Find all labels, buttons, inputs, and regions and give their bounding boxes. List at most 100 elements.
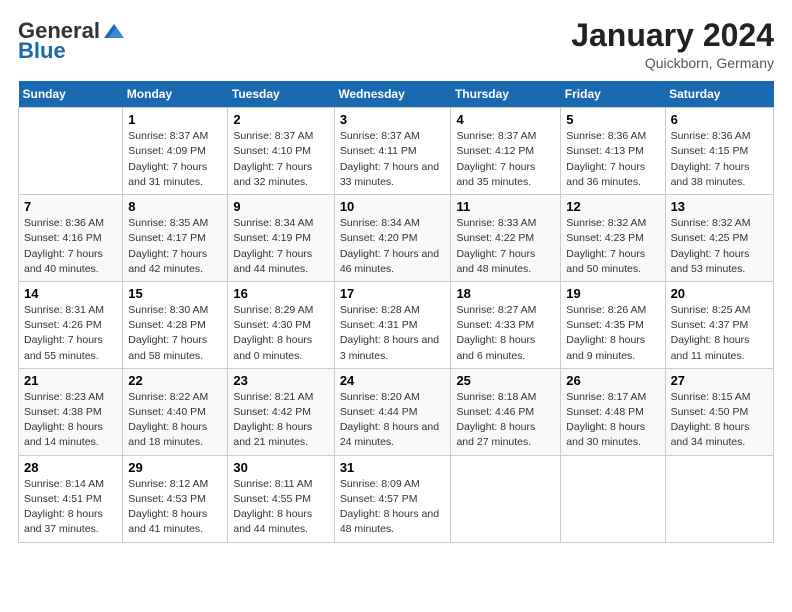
day-number: 29 <box>128 460 222 475</box>
day-info: Sunrise: 8:37 AMSunset: 4:11 PMDaylight:… <box>340 129 446 190</box>
calendar-cell: 17 Sunrise: 8:28 AMSunset: 4:31 PMDaylig… <box>334 281 451 368</box>
calendar-cell: 14 Sunrise: 8:31 AMSunset: 4:26 PMDaylig… <box>19 281 123 368</box>
day-number: 30 <box>233 460 328 475</box>
col-sunday: Sunday <box>19 81 123 108</box>
calendar-cell: 27 Sunrise: 8:15 AMSunset: 4:50 PMDaylig… <box>665 368 773 455</box>
day-number: 23 <box>233 373 328 388</box>
day-info: Sunrise: 8:34 AMSunset: 4:19 PMDaylight:… <box>233 216 328 277</box>
calendar-cell: 20 Sunrise: 8:25 AMSunset: 4:37 PMDaylig… <box>665 281 773 368</box>
calendar-cell: 16 Sunrise: 8:29 AMSunset: 4:30 PMDaylig… <box>228 281 334 368</box>
day-info: Sunrise: 8:25 AMSunset: 4:37 PMDaylight:… <box>671 303 768 364</box>
calendar-week-row: 28 Sunrise: 8:14 AMSunset: 4:51 PMDaylig… <box>19 455 774 542</box>
day-number: 22 <box>128 373 222 388</box>
calendar-cell <box>19 108 123 195</box>
day-info: Sunrise: 8:14 AMSunset: 4:51 PMDaylight:… <box>24 477 117 538</box>
day-number: 24 <box>340 373 446 388</box>
day-info: Sunrise: 8:09 AMSunset: 4:57 PMDaylight:… <box>340 477 446 538</box>
day-info: Sunrise: 8:28 AMSunset: 4:31 PMDaylight:… <box>340 303 446 364</box>
calendar-cell: 11 Sunrise: 8:33 AMSunset: 4:22 PMDaylig… <box>451 195 561 282</box>
day-info: Sunrise: 8:37 AMSunset: 4:09 PMDaylight:… <box>128 129 222 190</box>
day-info: Sunrise: 8:32 AMSunset: 4:25 PMDaylight:… <box>671 216 768 277</box>
calendar-cell: 26 Sunrise: 8:17 AMSunset: 4:48 PMDaylig… <box>561 368 665 455</box>
day-info: Sunrise: 8:20 AMSunset: 4:44 PMDaylight:… <box>340 390 446 451</box>
day-info: Sunrise: 8:35 AMSunset: 4:17 PMDaylight:… <box>128 216 222 277</box>
calendar-week-row: 7 Sunrise: 8:36 AMSunset: 4:16 PMDayligh… <box>19 195 774 282</box>
day-number: 1 <box>128 112 222 127</box>
day-number: 11 <box>456 199 555 214</box>
day-info: Sunrise: 8:18 AMSunset: 4:46 PMDaylight:… <box>456 390 555 451</box>
col-saturday: Saturday <box>665 81 773 108</box>
day-number: 4 <box>456 112 555 127</box>
title-block: January 2024 Quickborn, Germany <box>571 18 774 71</box>
day-info: Sunrise: 8:17 AMSunset: 4:48 PMDaylight:… <box>566 390 659 451</box>
day-info: Sunrise: 8:36 AMSunset: 4:13 PMDaylight:… <box>566 129 659 190</box>
day-number: 3 <box>340 112 446 127</box>
day-number: 10 <box>340 199 446 214</box>
day-info: Sunrise: 8:12 AMSunset: 4:53 PMDaylight:… <box>128 477 222 538</box>
day-info: Sunrise: 8:23 AMSunset: 4:38 PMDaylight:… <box>24 390 117 451</box>
calendar-cell: 3 Sunrise: 8:37 AMSunset: 4:11 PMDayligh… <box>334 108 451 195</box>
day-number: 25 <box>456 373 555 388</box>
col-thursday: Thursday <box>451 81 561 108</box>
day-info: Sunrise: 8:21 AMSunset: 4:42 PMDaylight:… <box>233 390 328 451</box>
calendar-cell <box>561 455 665 542</box>
day-info: Sunrise: 8:36 AMSunset: 4:16 PMDaylight:… <box>24 216 117 277</box>
day-number: 17 <box>340 286 446 301</box>
day-number: 9 <box>233 199 328 214</box>
calendar-week-row: 1 Sunrise: 8:37 AMSunset: 4:09 PMDayligh… <box>19 108 774 195</box>
calendar-cell: 5 Sunrise: 8:36 AMSunset: 4:13 PMDayligh… <box>561 108 665 195</box>
calendar-cell: 21 Sunrise: 8:23 AMSunset: 4:38 PMDaylig… <box>19 368 123 455</box>
calendar-cell: 30 Sunrise: 8:11 AMSunset: 4:55 PMDaylig… <box>228 455 334 542</box>
calendar-cell: 8 Sunrise: 8:35 AMSunset: 4:17 PMDayligh… <box>123 195 228 282</box>
day-number: 8 <box>128 199 222 214</box>
main-title: January 2024 <box>571 18 774 53</box>
day-number: 7 <box>24 199 117 214</box>
calendar-table: Sunday Monday Tuesday Wednesday Thursday… <box>18 81 774 542</box>
day-number: 20 <box>671 286 768 301</box>
day-info: Sunrise: 8:26 AMSunset: 4:35 PMDaylight:… <box>566 303 659 364</box>
col-tuesday: Tuesday <box>228 81 334 108</box>
calendar-cell: 6 Sunrise: 8:36 AMSunset: 4:15 PMDayligh… <box>665 108 773 195</box>
header-row: Sunday Monday Tuesday Wednesday Thursday… <box>19 81 774 108</box>
day-info: Sunrise: 8:36 AMSunset: 4:15 PMDaylight:… <box>671 129 768 190</box>
logo-icon <box>102 20 124 42</box>
day-number: 16 <box>233 286 328 301</box>
calendar-cell: 7 Sunrise: 8:36 AMSunset: 4:16 PMDayligh… <box>19 195 123 282</box>
calendar-cell: 13 Sunrise: 8:32 AMSunset: 4:25 PMDaylig… <box>665 195 773 282</box>
calendar-cell: 1 Sunrise: 8:37 AMSunset: 4:09 PMDayligh… <box>123 108 228 195</box>
day-info: Sunrise: 8:15 AMSunset: 4:50 PMDaylight:… <box>671 390 768 451</box>
calendar-cell: 9 Sunrise: 8:34 AMSunset: 4:19 PMDayligh… <box>228 195 334 282</box>
day-number: 21 <box>24 373 117 388</box>
day-info: Sunrise: 8:11 AMSunset: 4:55 PMDaylight:… <box>233 477 328 538</box>
day-number: 15 <box>128 286 222 301</box>
logo: General Blue <box>18 18 124 64</box>
calendar-cell: 25 Sunrise: 8:18 AMSunset: 4:46 PMDaylig… <box>451 368 561 455</box>
day-number: 28 <box>24 460 117 475</box>
calendar-cell: 15 Sunrise: 8:30 AMSunset: 4:28 PMDaylig… <box>123 281 228 368</box>
page: General Blue January 2024 Quickborn, Ger… <box>0 0 792 612</box>
day-info: Sunrise: 8:37 AMSunset: 4:12 PMDaylight:… <box>456 129 555 190</box>
day-info: Sunrise: 8:34 AMSunset: 4:20 PMDaylight:… <box>340 216 446 277</box>
calendar-cell: 31 Sunrise: 8:09 AMSunset: 4:57 PMDaylig… <box>334 455 451 542</box>
calendar-cell: 4 Sunrise: 8:37 AMSunset: 4:12 PMDayligh… <box>451 108 561 195</box>
day-number: 31 <box>340 460 446 475</box>
day-info: Sunrise: 8:30 AMSunset: 4:28 PMDaylight:… <box>128 303 222 364</box>
day-number: 6 <box>671 112 768 127</box>
day-number: 5 <box>566 112 659 127</box>
calendar-cell: 19 Sunrise: 8:26 AMSunset: 4:35 PMDaylig… <box>561 281 665 368</box>
day-number: 26 <box>566 373 659 388</box>
calendar-cell: 12 Sunrise: 8:32 AMSunset: 4:23 PMDaylig… <box>561 195 665 282</box>
calendar-cell <box>665 455 773 542</box>
col-wednesday: Wednesday <box>334 81 451 108</box>
calendar-cell <box>451 455 561 542</box>
day-number: 2 <box>233 112 328 127</box>
day-info: Sunrise: 8:29 AMSunset: 4:30 PMDaylight:… <box>233 303 328 364</box>
calendar-cell: 22 Sunrise: 8:22 AMSunset: 4:40 PMDaylig… <box>123 368 228 455</box>
day-number: 13 <box>671 199 768 214</box>
day-number: 19 <box>566 286 659 301</box>
col-friday: Friday <box>561 81 665 108</box>
calendar-cell: 23 Sunrise: 8:21 AMSunset: 4:42 PMDaylig… <box>228 368 334 455</box>
day-info: Sunrise: 8:37 AMSunset: 4:10 PMDaylight:… <box>233 129 328 190</box>
calendar-cell: 29 Sunrise: 8:12 AMSunset: 4:53 PMDaylig… <box>123 455 228 542</box>
day-info: Sunrise: 8:33 AMSunset: 4:22 PMDaylight:… <box>456 216 555 277</box>
